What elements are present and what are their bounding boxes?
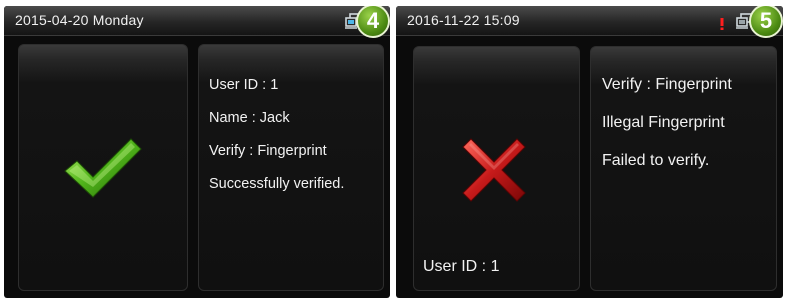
- error-message-label: Illegal Fingerprint: [602, 114, 725, 131]
- checkmark-icon: [64, 138, 142, 198]
- status-bar: 2015-04-20 Monday 4: [4, 6, 390, 38]
- alert-icon: [720, 18, 724, 30]
- datetime-display: 2016-11-22 15:09: [407, 12, 520, 28]
- user-info-panel: User ID : 1 Name : Jack Verify : Fingerp…: [198, 44, 384, 291]
- verify-method-label: Verify : Fingerprint: [209, 143, 327, 159]
- device-screen-failure: 2016-11-22 15:09 5 User ID : 1 Verify: …: [396, 6, 783, 298]
- cross-icon: [462, 138, 526, 202]
- verify-method-label: Verify : Fingerprint: [602, 76, 732, 93]
- device-screen-success: 2015-04-20 Monday 4 User ID : 1 Name : J…: [4, 6, 390, 298]
- result-panel: [18, 44, 188, 291]
- user-id-label: User ID : 1: [209, 77, 279, 93]
- step-badge: 4: [356, 6, 390, 38]
- user-id-label: User ID : 1: [423, 258, 500, 275]
- user-name-label: Name : Jack: [209, 110, 290, 126]
- verify-info-panel: Verify : Fingerprint Illegal Fingerprint…: [590, 46, 777, 291]
- verify-status-label: Successfully verified.: [209, 176, 345, 192]
- verify-status-label: Failed to verify.: [602, 152, 710, 169]
- status-bar: 2016-11-22 15:09 5: [396, 6, 783, 38]
- result-panel: User ID : 1: [413, 46, 580, 291]
- date-display: 2015-04-20 Monday: [15, 12, 144, 28]
- step-badge: 5: [749, 6, 783, 38]
